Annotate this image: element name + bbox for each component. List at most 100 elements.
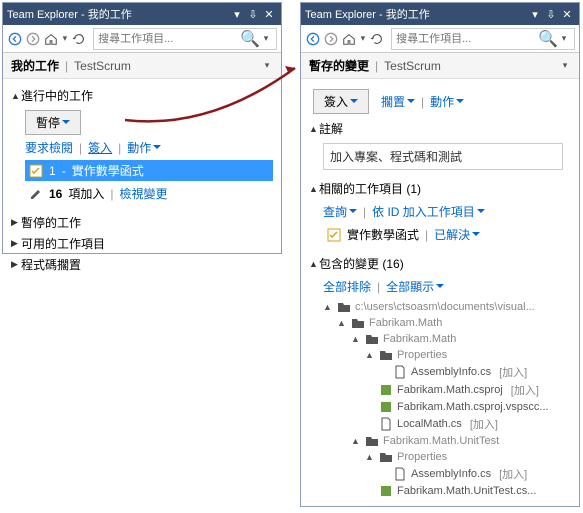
edit-icon [29,187,43,201]
page-menu[interactable]: ▾ [559,60,571,71]
folder-icon [351,316,365,330]
forward-button[interactable] [25,28,41,50]
section-suspended[interactable]: ▶暫停的工作 [11,212,273,233]
file-icon [393,467,407,481]
expand-icon: ▲ [309,259,319,269]
home-button[interactable] [43,28,59,50]
work-item-id: 1 [49,164,56,178]
titlebar: Team Explorer - 我的工作 ▾ ⇩ ✕ [3,3,281,25]
folder-icon [365,332,379,346]
changes-tree: ▲c:\users\ctsoasm\documents\visual... ▲F… [323,299,571,499]
search-input[interactable] [98,33,240,45]
file-icon [379,417,393,431]
expand-icon: ▲ [309,184,319,194]
tree-file[interactable]: Fabrikam.Math.csproj.vspscc... [323,399,571,415]
section-available[interactable]: ▶可用的工作項目 [11,233,273,254]
tree-folder[interactable]: ▲Properties [323,347,571,363]
view-changes-link[interactable]: 檢視變更 [120,185,168,202]
expand-icon: ▲ [323,302,333,312]
body: ▲ 進行中的工作 暫停 要求檢閱 | 簽入 | 動作 1 - 實作數學函式 [3,79,281,281]
collapse-icon: ▶ [11,259,21,270]
back-button[interactable] [305,28,321,50]
comment-input[interactable]: 加入專案、程式碼和測試 [323,143,563,170]
checkin-button[interactable]: 簽入 [313,89,369,114]
home-button[interactable] [341,28,357,50]
page-menu[interactable]: ▾ [261,60,273,71]
expand-icon: ▲ [365,452,375,462]
forward-button[interactable] [323,28,339,50]
page-header: 我的工作 | TestScrum ▾ [3,53,281,79]
tree-file[interactable]: Fabrikam.Math.UnitTest.cs... [323,483,571,499]
query-link[interactable]: 查詢 [323,203,357,220]
pin-icon[interactable]: ⇩ [245,6,261,22]
home-dropdown[interactable]: ▾ [61,33,70,44]
expand-icon: ▲ [351,436,361,446]
section-in-progress[interactable]: ▲ 進行中的工作 [11,85,273,106]
work-item-title: 實作數學函式 [72,162,144,179]
section-shelvesets[interactable]: ▶程式碼擱置 [11,254,273,275]
dropdown-icon[interactable]: ▾ [229,6,245,22]
page-title: 我的工作 [11,57,59,74]
dropdown-icon[interactable]: ▾ [527,6,543,22]
task-icon [327,228,341,242]
related-item-row[interactable]: 實作數學函式 | 已解決 [323,224,571,245]
resolved-link[interactable]: 已解決 [434,226,480,243]
tree-file[interactable]: LocalMath.cs[加入] [323,415,571,433]
csproj-icon [379,383,393,397]
search-box[interactable]: 🔍▾ [391,28,575,50]
tree-file[interactable]: Fabrikam.Math.csproj[加入] [323,381,571,399]
changes-row: 16 項加入 | 檢視變更 [25,183,273,204]
tree-file[interactable]: AssemblyInfo.cs[加入] [323,465,571,483]
project-name: TestScrum [384,59,441,73]
csproj-icon [379,400,393,414]
folder-icon [337,300,351,314]
back-button[interactable] [7,28,23,50]
expand-icon: ▲ [365,350,375,360]
close-icon[interactable]: ✕ [559,6,575,22]
csproj-icon [379,484,393,498]
toolbar: ▾ 🔍▾ [3,25,281,53]
actions-link[interactable]: 動作 [430,93,464,110]
tree-folder[interactable]: ▲Fabrikam.Math.UnitTest [323,433,571,449]
exclude-all-link[interactable]: 全部排除 [323,278,371,295]
expand-icon: ▲ [337,318,347,328]
section-comment[interactable]: ▲註解 [309,118,571,139]
work-item-row[interactable]: 1 - 實作數學函式 [25,160,273,181]
collapse-icon: ▶ [11,217,21,228]
request-review-link[interactable]: 要求檢閱 [25,139,73,156]
suspend-button[interactable]: 暫停 [25,110,81,135]
shelve-link[interactable]: 擱置 [381,93,415,110]
refresh-button[interactable] [71,28,87,50]
section-included[interactable]: ▲包含的變更 (16) [309,253,571,274]
search-icon[interactable]: 🔍 [240,29,260,49]
checkin-link[interactable]: 簽入 [88,139,112,156]
show-all-link[interactable]: 全部顯示 [386,278,444,295]
folder-icon [379,348,393,362]
search-box[interactable]: 🔍▾ [93,28,277,50]
expand-icon: ▲ [351,334,361,344]
mywork-pane: Team Explorer - 我的工作 ▾ ⇩ ✕ ▾ 🔍▾ 我的工作 | T… [2,2,282,254]
refresh-button[interactable] [369,28,385,50]
home-dropdown[interactable]: ▾ [359,33,368,44]
pin-icon[interactable]: ⇩ [543,6,559,22]
section-related[interactable]: ▲相關的工作項目 (1) [309,178,571,199]
page-title: 暫存的變更 [309,57,369,74]
body: 簽入 擱置 | 動作 ▲註解 加入專案、程式碼和測試 ▲相關的工作項目 (1) … [301,79,579,513]
add-by-id-link[interactable]: 依 ID 加入工作項目 [372,203,485,220]
tree-folder[interactable]: ▲Fabrikam.Math [323,315,571,331]
search-icon[interactable]: 🔍 [538,29,558,49]
folder-icon [379,450,393,464]
actions-link[interactable]: 動作 [127,139,161,156]
tree-folder[interactable]: ▲Fabrikam.Math [323,331,571,347]
titlebar: Team Explorer - 我的工作 ▾ ⇩ ✕ [301,3,579,25]
tree-folder[interactable]: ▲Properties [323,449,571,465]
folder-icon [365,434,379,448]
pending-changes-pane: Team Explorer - 我的工作 ▾ ⇩ ✕ ▾ 🔍▾ 暫存的變更 | … [300,2,580,507]
expand-icon: ▲ [309,124,319,134]
close-icon[interactable]: ✕ [261,6,277,22]
tree-folder[interactable]: ▲c:\users\ctsoasm\documents\visual... [323,299,571,315]
tree-file[interactable]: AssemblyInfo.cs[加入] [323,363,571,381]
search-input[interactable] [396,33,538,45]
page-header: 暫存的變更 | TestScrum ▾ [301,53,579,79]
task-icon [29,164,43,178]
